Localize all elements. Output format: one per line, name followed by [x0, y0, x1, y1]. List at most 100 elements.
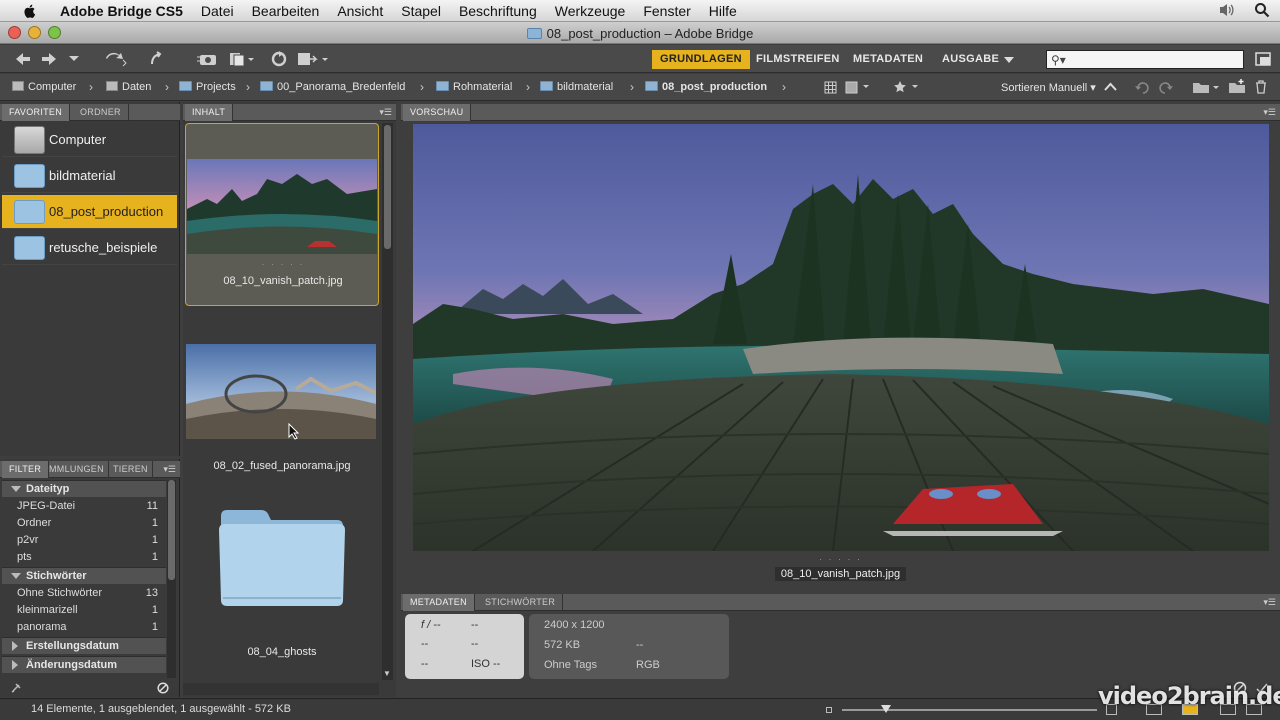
- tab-ordner[interactable]: ORDNER: [73, 104, 129, 121]
- tab-sammlungen[interactable]: MMLUNGEN: [45, 461, 109, 478]
- open-with-icon[interactable]: [296, 51, 330, 67]
- filter-group-dateityp[interactable]: Dateityp: [2, 480, 166, 497]
- chevron-down-icon[interactable]: [68, 55, 80, 63]
- menu-beschriftung[interactable]: Beschriftung: [459, 3, 537, 19]
- back-icon[interactable]: [14, 51, 32, 67]
- sort-ascending-icon[interactable]: [1104, 82, 1117, 92]
- path-separator[interactable]: ›: [420, 80, 424, 94]
- filter-group-stichwoerter[interactable]: Stichwörter: [2, 567, 166, 584]
- filter-row[interactable]: Ordner 1: [2, 515, 166, 532]
- forward-icon[interactable]: [40, 51, 58, 67]
- menu-werkzeuge[interactable]: Werkzeuge: [555, 3, 626, 19]
- open-recent-folder-icon[interactable]: [1192, 80, 1220, 94]
- content-scrollbar[interactable]: ▼: [382, 123, 393, 680]
- path-current[interactable]: 08_post_production: [645, 81, 767, 93]
- tab-metadaten[interactable]: METADATEN: [403, 594, 475, 611]
- content-item[interactable]: 08_02_fused_panorama.jpg: [185, 308, 379, 491]
- fstop-value: f / --: [421, 619, 441, 631]
- path-separator[interactable]: ›: [782, 80, 786, 94]
- menu-stapel[interactable]: Stapel: [401, 3, 441, 19]
- tab-stichwoerter[interactable]: STICHWÖRTER: [478, 594, 564, 611]
- new-folder-icon[interactable]: [1228, 79, 1246, 94]
- rotate-left-icon[interactable]: [1134, 80, 1150, 94]
- filter-scroll-thumb[interactable]: [168, 480, 175, 580]
- preview-rating-dots[interactable]: · · · · ·: [401, 554, 1280, 564]
- filter-group-aenderungsdatum[interactable]: Änderungsdatum: [2, 656, 166, 673]
- scroll-down-arrow-icon[interactable]: ▼: [383, 669, 391, 678]
- filter-group-erstellungsdatum[interactable]: Erstellungsdatum: [2, 637, 166, 654]
- camera-data-box: f / -- -- -- -- -- ISO --: [405, 614, 524, 679]
- filter-row[interactable]: Ohne Stichwörter 13: [2, 585, 166, 602]
- workspace-filmstreifen[interactable]: FILMSTREIFEN: [756, 50, 840, 69]
- filter-row[interactable]: p2vr 1: [2, 532, 166, 549]
- workspace-ausgabe[interactable]: AUSGABE: [942, 50, 999, 69]
- path-projects[interactable]: Projects: [179, 81, 236, 93]
- rotate-right-icon[interactable]: [1158, 80, 1174, 94]
- filter-row[interactable]: JPEG-Datei 11: [2, 498, 166, 515]
- favorite-bildmaterial[interactable]: bildmaterial: [2, 159, 177, 193]
- filter-scrollbar[interactable]: [167, 480, 176, 678]
- search-input[interactable]: ⚲▾: [1046, 50, 1244, 69]
- content-item-selected[interactable]: · · · · · 08_10_vanish_patch.jpg: [185, 123, 379, 306]
- path-panorama[interactable]: 00_Panorama_Bredenfeld: [260, 81, 405, 93]
- sort-dropdown[interactable]: Sortieren Manuell ▾: [1001, 81, 1096, 94]
- panel-menu-icon[interactable]: ▾☰: [1263, 597, 1276, 608]
- favorite-computer[interactable]: Computer: [2, 123, 177, 157]
- tab-vorschau[interactable]: VORSCHAU: [403, 104, 472, 121]
- panel-menu-icon[interactable]: ▾☰: [379, 107, 392, 118]
- workspace-metadaten[interactable]: METADATEN: [853, 50, 923, 69]
- pin-filter-icon[interactable]: [10, 682, 22, 694]
- preview-image[interactable]: [413, 124, 1269, 551]
- boomerang-icon[interactable]: [104, 51, 128, 67]
- tab-favoriten[interactable]: FAVORITEN: [2, 104, 71, 121]
- menu-app[interactable]: Adobe Bridge CS5: [60, 3, 183, 19]
- volume-icon[interactable]: [1218, 2, 1236, 18]
- slider-thumb[interactable]: [881, 705, 891, 713]
- workspace-menu-chevron-icon[interactable]: [1003, 56, 1015, 64]
- trash-icon[interactable]: [1254, 80, 1268, 94]
- tab-filter[interactable]: FILTER: [2, 461, 50, 478]
- path-separator[interactable]: ›: [165, 80, 169, 94]
- thumbnail-quality-icon[interactable]: [845, 81, 873, 94]
- star-rating-filter-icon[interactable]: [893, 80, 921, 94]
- content-hscroll[interactable]: [183, 683, 379, 695]
- spotlight-search-icon[interactable]: [1254, 2, 1270, 18]
- refine-icon[interactable]: [228, 51, 256, 67]
- apple-icon[interactable]: [20, 3, 40, 19]
- filter-row[interactable]: kleinmarizell 1: [2, 602, 166, 619]
- path-rohmaterial[interactable]: Rohmaterial: [436, 81, 512, 93]
- favorite-retusche-beispiele[interactable]: retusche_beispiele: [2, 231, 177, 265]
- filter-row[interactable]: pts 1: [2, 549, 166, 566]
- rating-dots[interactable]: · · · · ·: [185, 259, 381, 269]
- clear-filter-icon[interactable]: [157, 682, 169, 694]
- favorite-08-post-production[interactable]: 08_post_production: [2, 195, 177, 229]
- path-separator[interactable]: ›: [89, 80, 93, 94]
- workspace-grundlagen[interactable]: GRUNDLAGEN: [652, 50, 750, 69]
- menu-datei[interactable]: Datei: [201, 3, 234, 19]
- panel-menu-icon[interactable]: ▾☰: [163, 464, 176, 475]
- path-separator[interactable]: ›: [630, 80, 634, 94]
- tab-exportieren[interactable]: TIEREN: [109, 461, 153, 478]
- path-bildmaterial[interactable]: bildmaterial: [540, 81, 613, 93]
- rotate-icon[interactable]: [270, 51, 288, 67]
- path-daten[interactable]: Daten: [106, 81, 151, 93]
- panel-menu-icon[interactable]: ▾☰: [1263, 107, 1276, 118]
- reveal-recent-icon[interactable]: [148, 51, 164, 67]
- compact-mode-icon[interactable]: [1255, 51, 1271, 67]
- path-computer[interactable]: Computer: [12, 81, 76, 93]
- content-scroll-thumb[interactable]: [384, 125, 391, 249]
- menu-bearbeiten[interactable]: Bearbeiten: [252, 3, 320, 19]
- menu-fenster[interactable]: Fenster: [643, 3, 690, 19]
- path-separator[interactable]: ›: [246, 80, 250, 94]
- menu-hilfe[interactable]: Hilfe: [709, 3, 737, 19]
- content-item[interactable]: 08_04_ghosts: [185, 494, 379, 674]
- menu-ansicht[interactable]: Ansicht: [337, 3, 383, 19]
- thumbnail-size-slider[interactable]: [842, 705, 1097, 713]
- filter-row[interactable]: panorama 1: [2, 619, 166, 636]
- tab-inhalt[interactable]: INHALT: [185, 104, 234, 121]
- filesize-value: 572 KB: [544, 639, 581, 651]
- path-separator[interactable]: ›: [526, 80, 530, 94]
- camera-download-icon[interactable]: [196, 51, 218, 67]
- quality-grid-icon[interactable]: [824, 81, 837, 94]
- zoom-small-icon[interactable]: [826, 707, 832, 713]
